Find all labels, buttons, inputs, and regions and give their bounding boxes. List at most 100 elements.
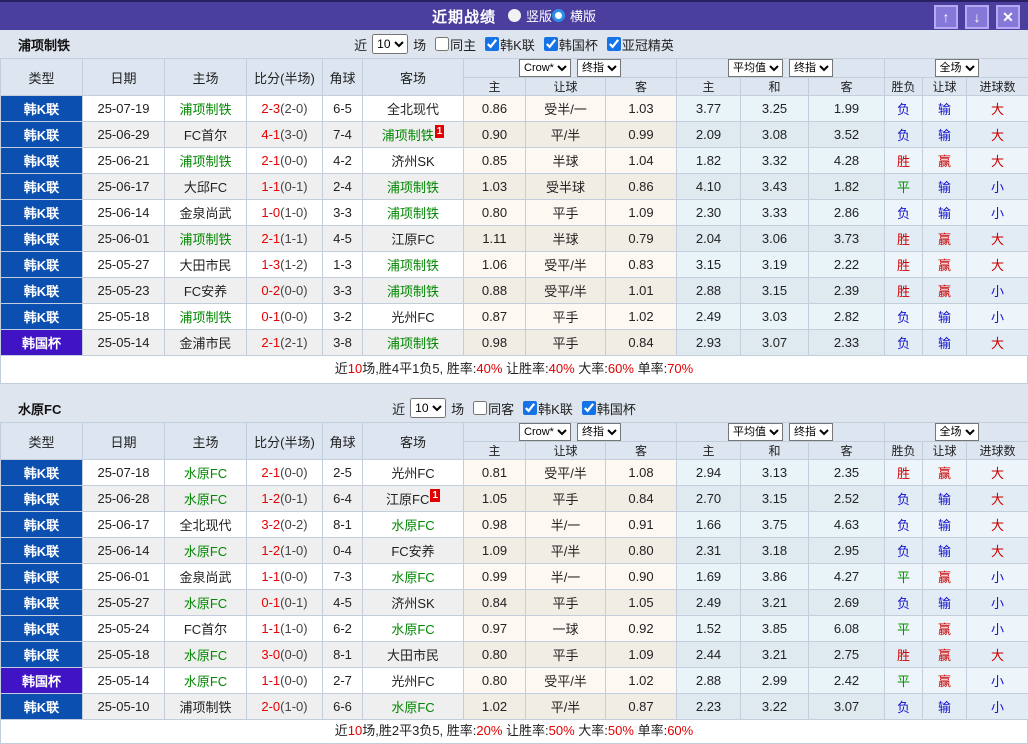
games-label: 场 bbox=[451, 399, 464, 418]
half-time-score: (0-0) bbox=[280, 647, 307, 662]
result-group-header: 全场 bbox=[885, 59, 1028, 78]
corner-cell: 4-5 bbox=[323, 226, 363, 252]
league-filter-checkbox[interactable] bbox=[523, 401, 537, 415]
avg-away-odds-cell: 2.69 bbox=[809, 590, 885, 616]
column-header: 比分(半场) bbox=[247, 423, 323, 460]
score-cell: 1-1(1-0) bbox=[247, 616, 323, 642]
games-label: 场 bbox=[413, 35, 426, 54]
away-team-cell: 大田市民 bbox=[363, 642, 464, 668]
league-filter[interactable]: 亚冠精英 bbox=[601, 35, 674, 54]
half-time-score: (0-0) bbox=[280, 569, 307, 584]
close-button[interactable]: ✕ bbox=[996, 5, 1020, 29]
avg-draw-odds-cell: 3.25 bbox=[741, 96, 809, 122]
team-label: FC首尔 bbox=[184, 622, 227, 637]
result-handicap-cell: 赢 bbox=[923, 252, 967, 278]
half-time-score: (0-0) bbox=[280, 283, 307, 298]
match-row: 韩K联25-05-27水原FC0-1(0-1)4-5济州SK0.84平手1.05… bbox=[1, 590, 1028, 616]
score-cell: 0-1(0-0) bbox=[247, 304, 323, 330]
bookmaker-select[interactable]: Crow* bbox=[519, 59, 571, 77]
date-cell: 25-05-18 bbox=[83, 304, 165, 330]
same-venue-checkbox[interactable] bbox=[473, 401, 487, 415]
team-label: 浦项制铁 bbox=[387, 258, 439, 273]
league-cell: 韩K联 bbox=[1, 486, 83, 512]
away-team-cell: 全北现代 bbox=[363, 96, 464, 122]
team-label: 光州FC bbox=[391, 310, 434, 325]
league-filter[interactable]: 韩国杯 bbox=[576, 399, 636, 418]
average-select[interactable]: 平均值 bbox=[728, 423, 783, 441]
handicap-away-odds-cell: 0.83 bbox=[606, 252, 677, 278]
handicap-line-cell: 平手 bbox=[526, 486, 606, 512]
result-goals-cell: 小 bbox=[967, 304, 1028, 330]
league-filter-checkbox[interactable] bbox=[607, 37, 621, 51]
away-team-cell: 江原FC bbox=[363, 226, 464, 252]
scope-select[interactable]: 全场 bbox=[935, 59, 979, 77]
near-label: 近 bbox=[392, 399, 405, 418]
away-team-cell: FC安养 bbox=[363, 538, 464, 564]
layout-radio[interactable]: 竖版 bbox=[508, 6, 552, 25]
handicap-home-odds-cell: 0.99 bbox=[464, 564, 526, 590]
handicap-line-cell: 受半/一 bbox=[526, 96, 606, 122]
scope-select[interactable]: 全场 bbox=[935, 423, 979, 441]
league-filter-checkbox[interactable] bbox=[582, 401, 596, 415]
avg-home-odds-cell: 1.52 bbox=[677, 616, 741, 642]
avg-draw-odds-cell: 3.13 bbox=[741, 460, 809, 486]
league-cell: 韩K联 bbox=[1, 96, 83, 122]
bookmaker-stage-select[interactable]: 终指 bbox=[577, 423, 621, 441]
avg-draw-odds-cell: 3.15 bbox=[741, 278, 809, 304]
corner-cell: 2-4 bbox=[323, 174, 363, 200]
result-wdl-cell: 负 bbox=[885, 538, 923, 564]
handicap-line-cell: 平/半 bbox=[526, 122, 606, 148]
avg-away-odds-cell: 4.27 bbox=[809, 564, 885, 590]
match-row: 韩K联25-05-18浦项制铁0-1(0-0)3-2光州FC0.87平手1.02… bbox=[1, 304, 1028, 330]
handicap-home-odds-cell: 0.80 bbox=[464, 200, 526, 226]
team-label: 水原FC bbox=[184, 596, 227, 611]
same-venue-checkbox[interactable] bbox=[435, 37, 449, 51]
league-filter-checkbox[interactable] bbox=[485, 37, 499, 51]
score-cell: 0-1(0-1) bbox=[247, 590, 323, 616]
avg-away-odds-cell: 2.86 bbox=[809, 200, 885, 226]
league-cell: 韩国杯 bbox=[1, 668, 83, 694]
team-label: 水原FC bbox=[391, 622, 434, 637]
summary-segment: 近 bbox=[335, 361, 348, 376]
move-up-button[interactable]: ↑ bbox=[934, 5, 958, 29]
date-cell: 25-05-14 bbox=[83, 668, 165, 694]
team-label: 江原FC bbox=[386, 492, 429, 507]
same-venue[interactable]: 同客 bbox=[467, 399, 514, 418]
home-team-cell: 浦项制铁 bbox=[165, 226, 247, 252]
average-stage-select[interactable]: 终指 bbox=[789, 423, 833, 441]
column-header: 日期 bbox=[83, 423, 165, 460]
summary-segment: 40% bbox=[476, 361, 502, 376]
near-games-select[interactable]: 10 bbox=[372, 34, 408, 54]
result-handicap-cell: 输 bbox=[923, 304, 967, 330]
near-games-select[interactable]: 10 bbox=[410, 398, 446, 418]
average-select[interactable]: 平均值 bbox=[728, 59, 783, 77]
league-filter-label: 韩国杯 bbox=[597, 399, 636, 418]
bookmaker-select[interactable]: Crow* bbox=[519, 423, 571, 441]
layout-radio[interactable]: 横版 bbox=[552, 6, 596, 25]
sub-column-header: 让球 bbox=[526, 78, 606, 96]
league-filter-checkbox[interactable] bbox=[544, 37, 558, 51]
result-goals-cell: 小 bbox=[967, 694, 1028, 720]
away-team-cell: 浦项制铁 bbox=[363, 252, 464, 278]
bookmaker-stage-select[interactable]: 终指 bbox=[577, 59, 621, 77]
home-team-cell: 浦项制铁 bbox=[165, 304, 247, 330]
result-wdl-cell: 胜 bbox=[885, 278, 923, 304]
average-group-header: 平均值终指 bbox=[677, 59, 885, 78]
team-label: 大田市民 bbox=[387, 648, 439, 663]
near-label: 近 bbox=[354, 35, 367, 54]
layout-radio-group: 竖版横版 bbox=[508, 6, 596, 27]
league-filter[interactable]: 韩K联 bbox=[479, 35, 535, 54]
league-cell: 韩K联 bbox=[1, 694, 83, 720]
average-stage-select[interactable]: 终指 bbox=[789, 59, 833, 77]
handicap-line-cell: 平手 bbox=[526, 330, 606, 356]
half-time-score: (2-0) bbox=[280, 101, 307, 116]
league-filter[interactable]: 韩国杯 bbox=[538, 35, 598, 54]
move-down-button[interactable]: ↓ bbox=[965, 5, 989, 29]
handicap-away-odds-cell: 1.04 bbox=[606, 148, 677, 174]
same-venue[interactable]: 同主 bbox=[429, 35, 476, 54]
corner-cell: 4-2 bbox=[323, 148, 363, 174]
away-team-cell: 浦项制铁 bbox=[363, 174, 464, 200]
handicap-away-odds-cell: 1.08 bbox=[606, 460, 677, 486]
league-filter[interactable]: 韩K联 bbox=[517, 399, 573, 418]
result-goals-cell: 大 bbox=[967, 642, 1028, 668]
